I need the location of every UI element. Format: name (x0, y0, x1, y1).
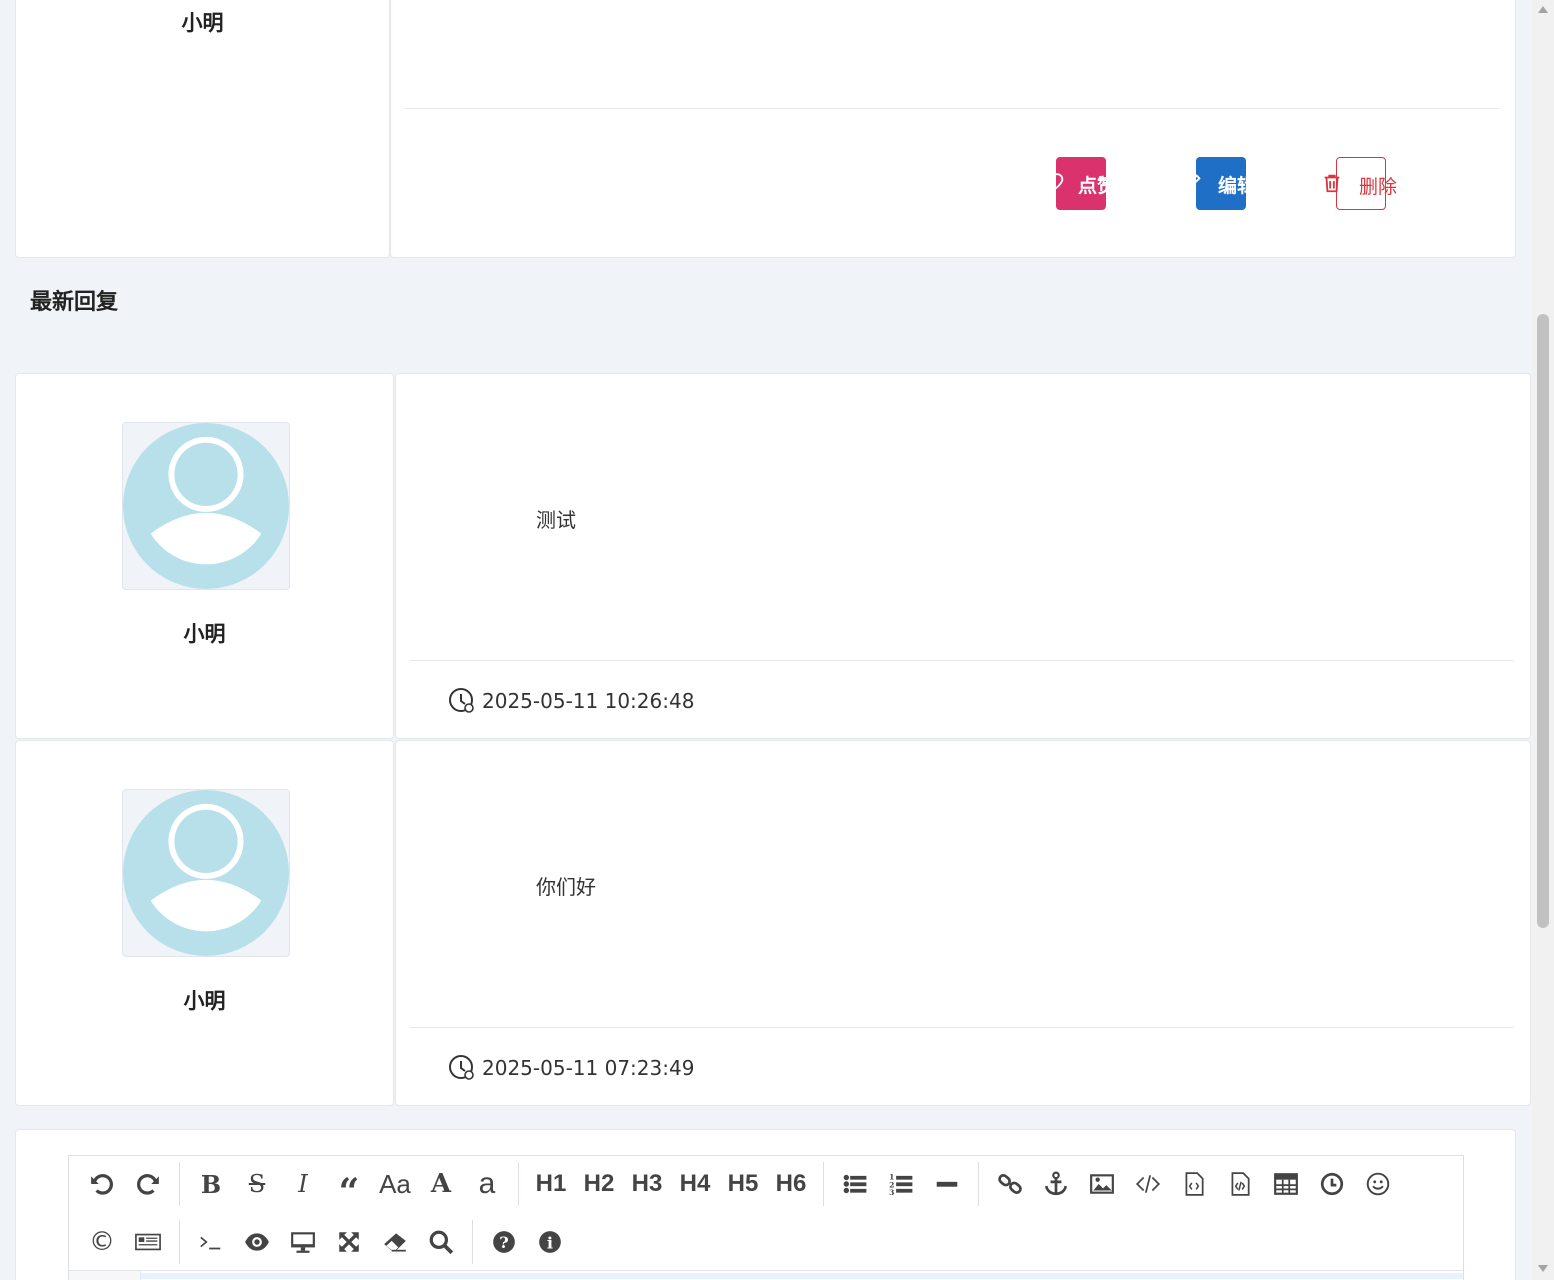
toolbar-separator (823, 1162, 824, 1206)
reply-author-card: 小明 (15, 740, 394, 1106)
avatar[interactable] (122, 789, 290, 957)
delete-button-label: 删除 (1359, 176, 1398, 198)
html-entities-icon[interactable]: © (79, 1219, 125, 1265)
strikethrough-icon[interactable]: S (234, 1161, 280, 1207)
reply-timestamp: 2025-05-11 10:26:48 (448, 687, 694, 715)
preformatted-code-icon[interactable] (1171, 1161, 1217, 1207)
editor-toolbar-row: B S I “ Aa A a H1 H2 H3 H4 H5 H6 123 (79, 1156, 1401, 1212)
heading-5-button[interactable]: H5 (719, 1161, 767, 1207)
user-avatar-icon (123, 423, 289, 589)
heading-6-button[interactable]: H6 (767, 1161, 815, 1207)
scrollbar-thumb[interactable] (1537, 314, 1549, 928)
toolbar-separator (472, 1220, 473, 1264)
divider (410, 1027, 1514, 1028)
case-lowercase-icon[interactable]: a (464, 1161, 510, 1207)
list-ul-icon[interactable] (832, 1161, 878, 1207)
author-name: 小明 (181, 11, 224, 35)
svg-text:i: i (547, 1234, 553, 1253)
svg-text:?: ? (499, 1233, 509, 1252)
like-button-label: 点赞 (1078, 175, 1106, 197)
image-icon[interactable] (1079, 1161, 1125, 1207)
toolbar-separator (179, 1220, 180, 1264)
code-icon[interactable] (1125, 1161, 1171, 1207)
reply-content: 你们好 (536, 875, 596, 899)
like-button[interactable]: 点赞 (1042, 157, 1106, 210)
user-avatar-icon (123, 790, 289, 956)
svg-text:3: 3 (889, 1188, 894, 1197)
delete-button[interactable]: 删除 (1324, 157, 1397, 210)
edit-button-label: 编辑 (1218, 175, 1246, 197)
pencil-icon (1184, 174, 1201, 191)
section-title: 最新回复 (30, 290, 119, 315)
anchor-icon[interactable] (1033, 1161, 1079, 1207)
avatar[interactable] (122, 422, 290, 590)
search-icon[interactable] (418, 1219, 464, 1265)
top-post-body-card: 点赞 编辑 删除 (390, 0, 1516, 258)
top-post-author-card: 小明 (15, 0, 390, 258)
reply-author-card: 小明 (15, 373, 394, 739)
link-icon[interactable] (987, 1161, 1033, 1207)
toolbar-separator (179, 1162, 180, 1206)
emoji-icon[interactable] (1355, 1161, 1401, 1207)
hr-icon[interactable] (924, 1161, 970, 1207)
quote-icon[interactable]: “ (326, 1161, 372, 1210)
help-icon[interactable]: ? (481, 1219, 527, 1265)
author-name: 小明 (183, 622, 226, 646)
bold-icon[interactable]: B (188, 1161, 234, 1207)
list-ol-icon[interactable]: 123 (878, 1161, 924, 1207)
divider (410, 660, 1514, 661)
clock-icon (449, 688, 474, 713)
edit-button[interactable]: 编辑 (1184, 157, 1246, 210)
watch-icon[interactable] (234, 1219, 280, 1265)
editor-text-area[interactable] (141, 1273, 1463, 1279)
redo-icon[interactable] (125, 1161, 171, 1207)
datetime-icon[interactable] (1309, 1161, 1355, 1207)
trash-icon (1324, 174, 1340, 193)
toolbar-separator (978, 1162, 979, 1206)
reply-editor-card: B S I “ Aa A a H1 H2 H3 H4 H5 H6 123 © ?… (15, 1129, 1516, 1280)
italic-icon[interactable]: I (280, 1161, 326, 1207)
clock-icon (449, 1055, 474, 1080)
divider (405, 108, 1499, 109)
reply-time-text: 2025-05-11 10:26:48 (482, 689, 695, 713)
scroll-up-arrow-icon[interactable] (1538, 6, 1548, 13)
reply-timestamp: 2025-05-11 07:23:49 (448, 1054, 694, 1082)
goto-line-icon[interactable] (188, 1219, 234, 1265)
scroll-down-arrow-icon[interactable] (1538, 1265, 1548, 1272)
markdown-editor: B S I “ Aa A a H1 H2 H3 H4 H5 H6 123 © ?… (68, 1155, 1464, 1280)
reply-time-text: 2025-05-11 07:23:49 (482, 1056, 695, 1080)
editor-toolbar-row: © ? i (79, 1214, 573, 1270)
author-name: 小明 (183, 989, 226, 1013)
heading-2-button[interactable]: H2 (575, 1161, 623, 1207)
editor-line-gutter (69, 1271, 141, 1280)
page-scrollbar[interactable] (1532, 0, 1554, 1280)
reply-body-card: 你们好 2025-05-11 07:23:49 (395, 740, 1531, 1106)
preview-icon[interactable] (280, 1219, 326, 1265)
heading-4-button[interactable]: H4 (671, 1161, 719, 1207)
text-a-icon[interactable]: A (418, 1161, 464, 1207)
undo-icon[interactable] (79, 1161, 125, 1207)
toolbar-separator (518, 1162, 519, 1206)
divider (69, 1270, 1463, 1271)
reply-body-card: 测试 2025-05-11 10:26:48 (395, 373, 1531, 739)
case-uppercase-icon[interactable]: Aa (372, 1161, 418, 1207)
reply-content: 测试 (536, 508, 576, 532)
info-icon[interactable]: i (527, 1219, 573, 1265)
heading-3-button[interactable]: H3 (623, 1161, 671, 1207)
heading-1-button[interactable]: H1 (527, 1161, 575, 1207)
fullscreen-icon[interactable] (326, 1219, 372, 1265)
code-block-icon[interactable] (1217, 1161, 1263, 1207)
clear-icon[interactable] (372, 1219, 418, 1265)
table-icon[interactable] (1263, 1161, 1309, 1207)
pagebreak-icon[interactable] (125, 1219, 171, 1265)
heart-icon (1042, 173, 1064, 192)
